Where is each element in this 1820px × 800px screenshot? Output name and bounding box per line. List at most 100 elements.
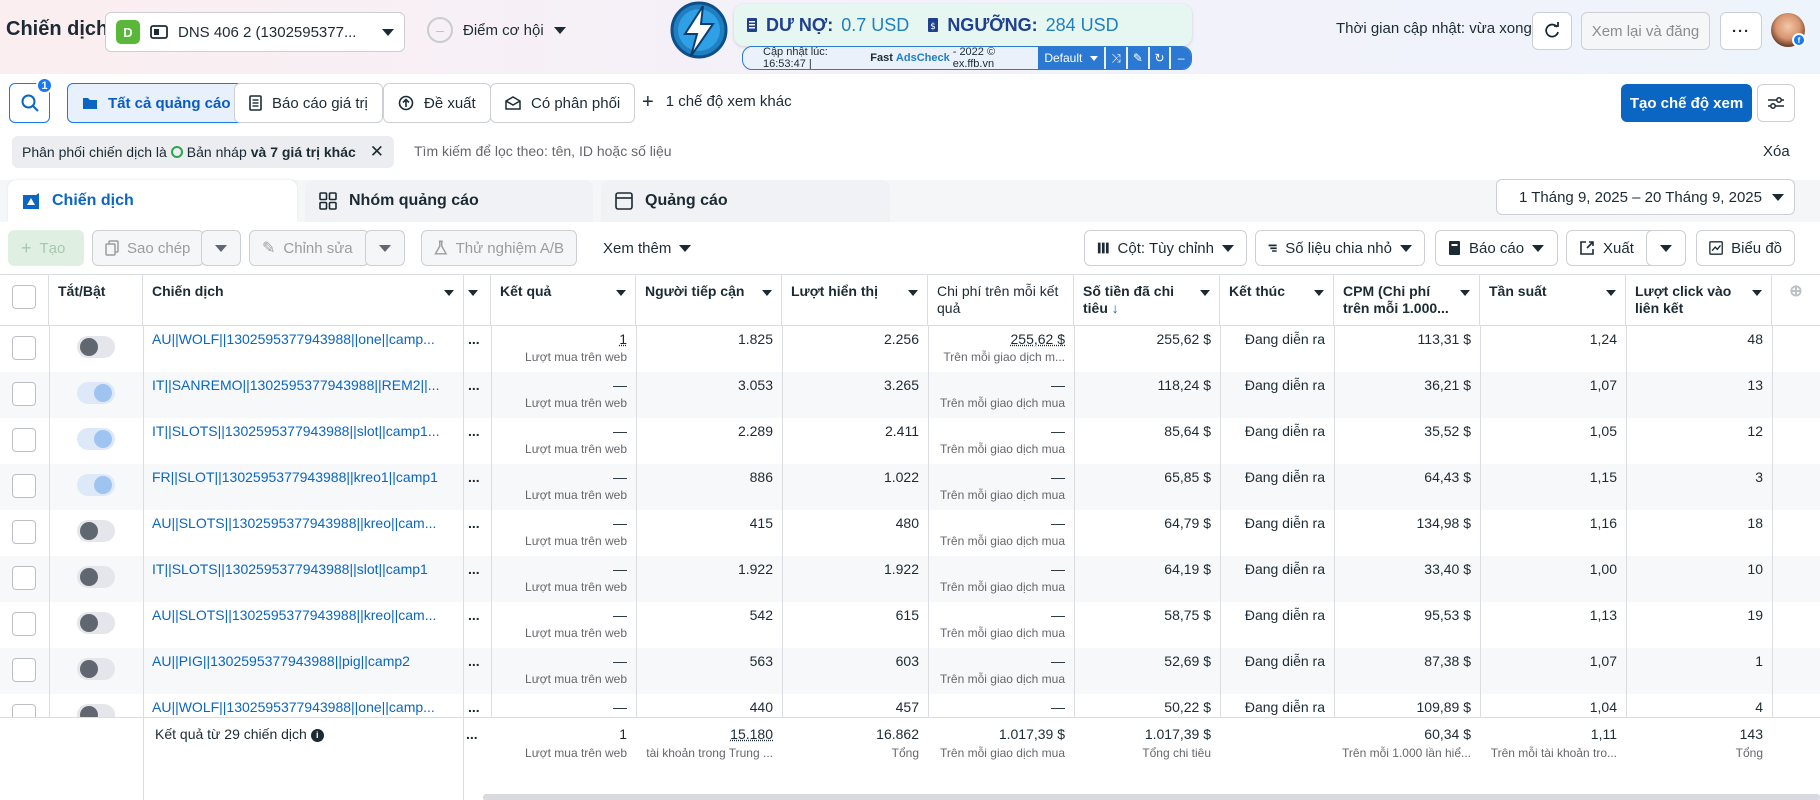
campaign-toggle[interactable]	[77, 658, 115, 680]
campaign-name-link[interactable]: IT||SANREMO||1302595377943988||REM2||...	[143, 372, 464, 418]
row-checkbox[interactable]	[12, 474, 36, 498]
edit-button[interactable]: ✎ Chỉnh sửa	[249, 230, 369, 266]
campaign-name-link[interactable]: IT||SLOTS||1302595377943988||slot||camp1…	[143, 418, 464, 464]
horizontal-scrollbar[interactable]	[483, 794, 1820, 800]
export-dropdown[interactable]	[1646, 230, 1686, 266]
table-row[interactable]: IT||SLOTS||1302595377943988||slot||camp1…	[0, 418, 1820, 464]
header-amount-spent[interactable]: Số tiền đã chi tiêu ↓	[1074, 275, 1220, 325]
create-button[interactable]: + Tạo	[8, 230, 84, 266]
ab-test-button[interactable]: Thử nghiệm A/B	[421, 230, 577, 266]
view-settings-button[interactable]	[1757, 84, 1795, 122]
row-checkbox[interactable]	[12, 520, 36, 544]
row-checkbox[interactable]	[12, 658, 36, 682]
view-value-report[interactable]: Báo cáo giá trị	[234, 83, 383, 123]
campaign-name-link[interactable]: AU||SLOTS||1302595377943988||kreo||cam..…	[143, 510, 464, 556]
cell-cpm-value: 95,53 $	[1424, 607, 1471, 623]
minimize-icon[interactable]: –	[1171, 47, 1191, 69]
view-delivering[interactable]: Có phân phối	[490, 83, 635, 123]
table-row[interactable]: AU||SLOTS||1302595377943988||kreo||cam..…	[0, 602, 1820, 648]
edit-dropdown[interactable]	[365, 230, 405, 266]
filter-chip[interactable]: Phân phối chiến dịch là Bản nháp và 7 gi…	[12, 136, 394, 168]
shuffle-icon[interactable]: ⤨	[1106, 47, 1126, 69]
table-row[interactable]: IT||SLOTS||1302595377943988||slot||camp1…	[0, 556, 1820, 602]
table-row[interactable]: AU||WOLF||1302595377943988||one||camp...…	[0, 326, 1820, 372]
view-all-ads[interactable]: Tất cả quảng cáo	[67, 83, 246, 123]
campaign-toggle[interactable]	[77, 520, 115, 542]
refresh-button[interactable]	[1532, 12, 1572, 50]
campaign-name-link[interactable]: AU||PIG||1302595377943988||pig||camp2	[143, 648, 464, 694]
column-divider	[1074, 326, 1075, 740]
campaign-name-link[interactable]: AU||WOLF||1302595377943988||one||camp...	[143, 326, 464, 372]
sync-icon[interactable]: ↻	[1150, 47, 1170, 69]
review-publish-button[interactable]: Xem lại và đăng	[1581, 12, 1710, 50]
header-impressions[interactable]: Lượt hiển thị	[782, 275, 928, 325]
campaign-name-link[interactable]: FR||SLOT||1302595377943988||kreo1||camp1	[143, 464, 464, 510]
view-recommendations[interactable]: Đề xuất	[383, 83, 491, 123]
cell-clicks: 1	[1626, 648, 1772, 694]
filter-search-input[interactable]: Tìm kiếm để lọc theo: tên, ID hoặc số li…	[414, 143, 672, 159]
header-frequency[interactable]: Tần suất	[1480, 275, 1626, 325]
row-checkbox[interactable]	[12, 612, 36, 636]
ab-test-label: Thử nghiệm A/B	[456, 240, 564, 257]
info-icon[interactable]: i	[311, 729, 324, 742]
header-link-clicks[interactable]: Lượt click vào liên kết	[1626, 275, 1772, 325]
table-row[interactable]: IT||SANREMO||1302595377943988||REM2||...…	[0, 372, 1820, 418]
table-row[interactable]: AU||SLOTS||1302595377943988||kreo||cam..…	[0, 510, 1820, 556]
column-divider	[1480, 326, 1481, 740]
create-view-button[interactable]: Tạo chế độ xem	[1621, 84, 1752, 122]
header-campaign[interactable]: Chiến dịch	[143, 275, 464, 325]
close-icon[interactable]: ✕	[370, 142, 384, 162]
cell-result-value: —	[613, 699, 627, 715]
reports-button[interactable]: Báo cáo	[1435, 230, 1558, 266]
cell-cpm: 64,43 $	[1334, 464, 1480, 510]
row-checkbox[interactable]	[12, 336, 36, 360]
campaign-toggle[interactable]	[77, 566, 115, 588]
row-checkbox[interactable]	[12, 566, 36, 590]
clear-filters-link[interactable]: Xóa	[1763, 143, 1790, 160]
plus-icon: +	[642, 95, 654, 109]
cell-freq-value: 1,15	[1590, 469, 1617, 485]
header-end[interactable]: Kết thúc	[1220, 275, 1334, 325]
account-selector[interactable]: D DNS 406 2 (1302595377...	[105, 12, 405, 52]
see-more-button[interactable]: Xem thêm	[590, 230, 704, 266]
chevron-down-icon	[468, 290, 478, 296]
more-views-button[interactable]: + 1 chế độ xem khác	[642, 93, 792, 110]
table-row[interactable]: FR||SLOT||1302595377943988||kreo1||camp1…	[0, 464, 1820, 510]
add-column-button[interactable]: ⊕	[1772, 275, 1820, 325]
opportunity-score[interactable]: – Điểm cơ hội	[427, 17, 566, 43]
row-checkbox[interactable]	[12, 382, 36, 406]
header-cpm[interactable]: CPM (Chi phí trên mỗi 1.000...	[1334, 275, 1480, 325]
header-result[interactable]: Kết quả	[491, 275, 636, 325]
campaign-toggle[interactable]	[77, 336, 115, 358]
breakdown-button[interactable]: Số liệu chia nhỏ	[1255, 230, 1425, 266]
tab-campaigns[interactable]: Chiến dịch	[8, 180, 297, 222]
campaign-toggle[interactable]	[77, 612, 115, 634]
header-select-all[interactable]	[0, 275, 49, 325]
chart-button[interactable]: Biểu đồ	[1696, 230, 1795, 266]
tab-ads[interactable]: Quảng cáo	[601, 180, 890, 222]
campaign-name-link[interactable]: IT||SLOTS||1302595377943988||slot||camp1	[143, 556, 464, 602]
duplicate-button[interactable]: Sao chép	[92, 230, 204, 266]
table-row[interactable]: AU||PIG||1302595377943988||pig||camp2...…	[0, 648, 1820, 694]
column-divider	[463, 718, 464, 800]
date-range-picker[interactable]: 1 Tháng 9, 2025 – 20 Tháng 9, 2025	[1496, 179, 1795, 215]
row-checkbox[interactable]	[12, 428, 36, 452]
header-hidden-columns[interactable]	[464, 275, 491, 325]
cell-freq-value: 1,24	[1590, 331, 1617, 347]
cell-spent-value: 64,19 $	[1164, 561, 1211, 577]
columns-button[interactable]: Cột: Tùy chỉnh	[1084, 230, 1247, 266]
profile-select[interactable]: Default	[1038, 47, 1104, 69]
campaign-toggle[interactable]	[77, 428, 115, 450]
cell-freq-value: 1,13	[1590, 607, 1617, 623]
header-cost-per-result[interactable]: Chi phí trên mỗi kết quả	[928, 275, 1074, 325]
edit-icon[interactable]: ✎	[1128, 47, 1148, 69]
more-options-button[interactable]: ···	[1720, 12, 1762, 50]
duplicate-dropdown[interactable]	[201, 230, 241, 266]
select-all-checkbox[interactable]	[12, 285, 36, 309]
campaign-toggle[interactable]	[77, 474, 115, 496]
header-reach[interactable]: Người tiếp cận	[636, 275, 782, 325]
campaign-toggle[interactable]	[77, 382, 115, 404]
campaign-name-link[interactable]: AU||SLOTS||1302595377943988||kreo||cam..…	[143, 602, 464, 648]
tab-ad-sets[interactable]: Nhóm quảng cáo	[305, 180, 593, 222]
cell-impressions: 1.922	[782, 556, 928, 602]
